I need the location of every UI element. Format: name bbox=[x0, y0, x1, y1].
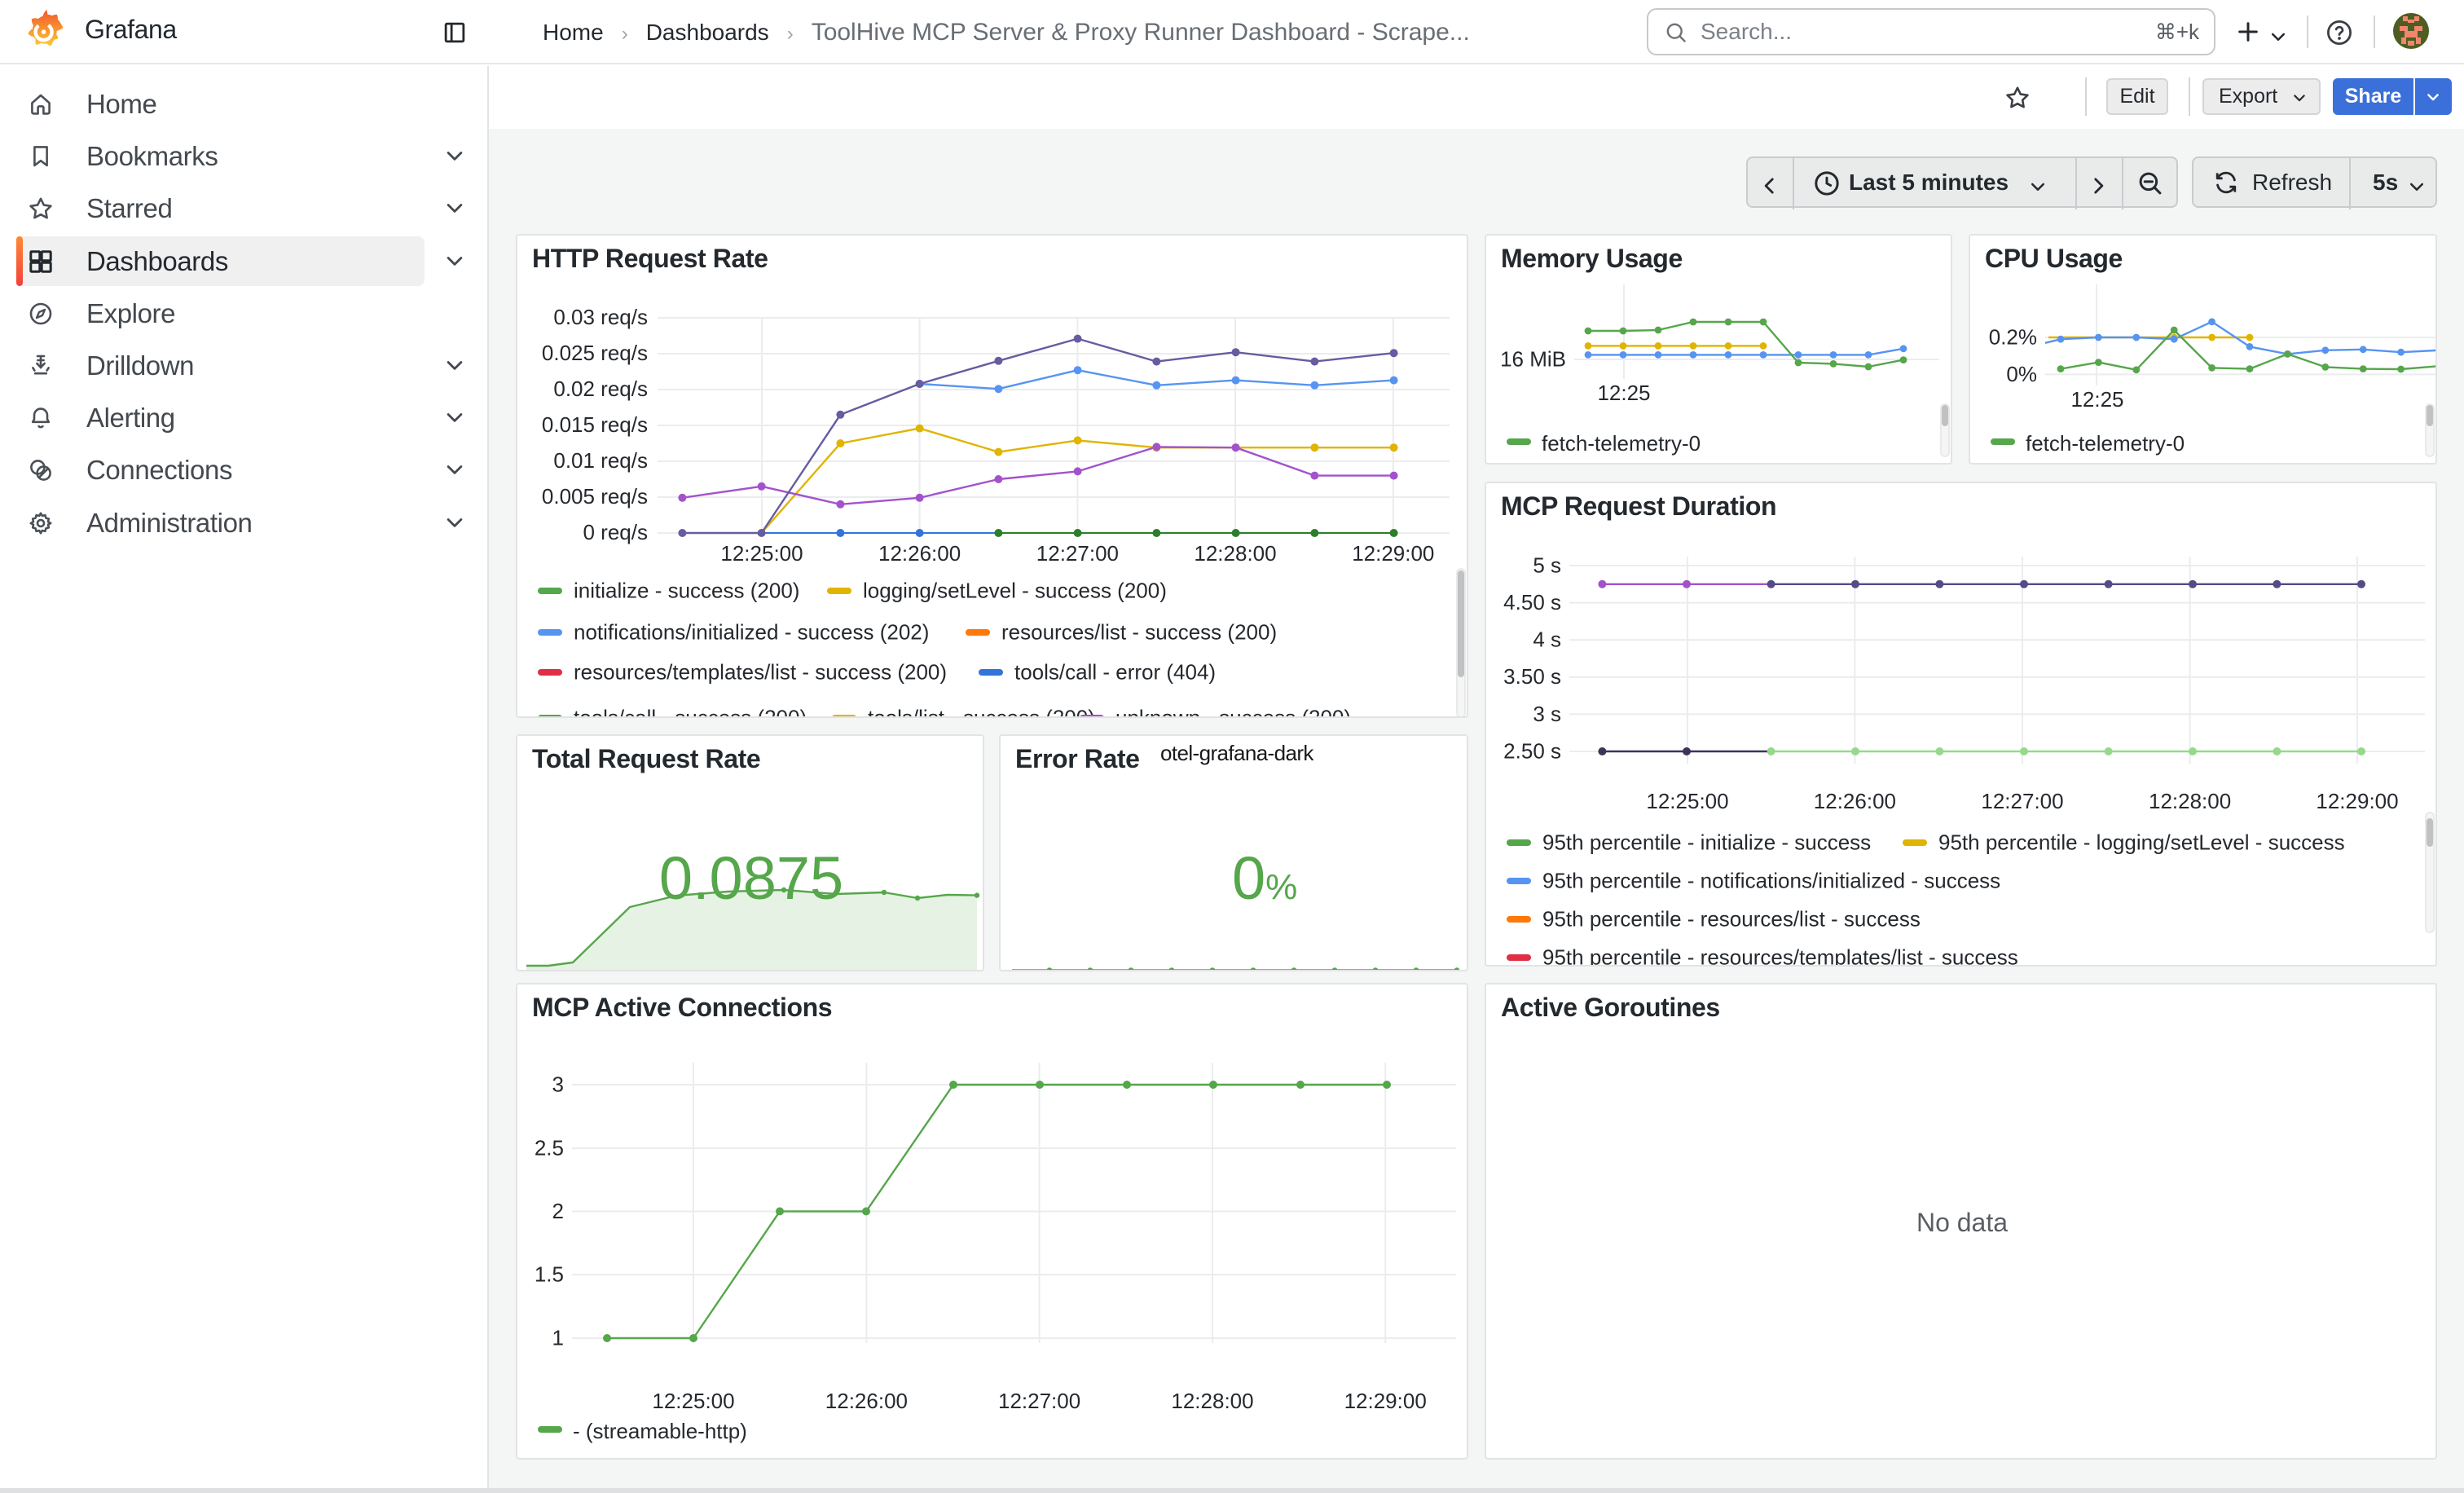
svg-text:12:26:00: 12:26:00 bbox=[1814, 789, 1896, 813]
svg-text:unknown - success (200): unknown - success (200) bbox=[1115, 705, 1351, 718]
svg-text:5 s: 5 s bbox=[1533, 553, 1561, 577]
svg-text:1.5: 1.5 bbox=[535, 1262, 564, 1286]
svg-text:12:29:00: 12:29:00 bbox=[2316, 789, 2398, 813]
svg-text:2.5: 2.5 bbox=[535, 1135, 564, 1160]
svg-text:2.50 s: 2.50 s bbox=[1503, 738, 1561, 763]
svg-text:95th percentile - initialize -: 95th percentile - initialize - success bbox=[1542, 830, 1871, 854]
svg-text:12:28:00: 12:28:00 bbox=[1171, 1389, 1253, 1413]
svg-text:tools/list - success (200): tools/list - success (200) bbox=[868, 705, 1095, 718]
svg-text:0%: 0% bbox=[2006, 362, 2037, 386]
svg-text:resources/list - success (200): resources/list - success (200) bbox=[1001, 619, 1277, 644]
svg-text:12:27:00: 12:27:00 bbox=[998, 1389, 1080, 1413]
svg-text:logging/setLevel - success (20: logging/setLevel - success (200) bbox=[863, 578, 1167, 602]
svg-text:12:25: 12:25 bbox=[2070, 387, 2123, 412]
svg-text:- (streamable-http): - (streamable-http) bbox=[573, 1419, 747, 1443]
svg-text:notifications/initialized - su: notifications/initialized - success (202… bbox=[574, 619, 929, 644]
svg-text:12:25:00: 12:25:00 bbox=[652, 1389, 734, 1413]
svg-text:12:29:00: 12:29:00 bbox=[1344, 1389, 1427, 1413]
svg-text:12:28:00: 12:28:00 bbox=[2149, 789, 2231, 813]
svg-text:0.2%: 0.2% bbox=[1989, 324, 2037, 349]
svg-text:95th percentile - logging/setL: 95th percentile - logging/setLevel - suc… bbox=[1938, 830, 2345, 854]
svg-text:fetch-telemetry-0: fetch-telemetry-0 bbox=[2026, 431, 2185, 456]
svg-text:12:27:00: 12:27:00 bbox=[1981, 789, 2063, 813]
svg-text:4 s: 4 s bbox=[1533, 628, 1561, 652]
svg-text:95th percentile - resources/li: 95th percentile - resources/list - succe… bbox=[1542, 906, 1921, 931]
svg-text:fetch-telemetry-0: fetch-telemetry-0 bbox=[1542, 431, 1701, 456]
svg-text:resources/templates/list - suc: resources/templates/list - success (200) bbox=[574, 659, 947, 684]
svg-text:3 s: 3 s bbox=[1533, 702, 1561, 726]
svg-text:3.50 s: 3.50 s bbox=[1503, 664, 1561, 689]
svg-text:95th percentile - resources/te: 95th percentile - resources/templates/li… bbox=[1542, 945, 2018, 967]
svg-text:12:26:00: 12:26:00 bbox=[825, 1389, 908, 1413]
svg-text:12:25:00: 12:25:00 bbox=[1646, 789, 1728, 813]
svg-text:initialize - success (200): initialize - success (200) bbox=[574, 578, 799, 602]
svg-text:1: 1 bbox=[552, 1325, 564, 1350]
svg-text:95th percentile - notification: 95th percentile - notifications/initiali… bbox=[1542, 868, 2000, 892]
svg-text:12:25: 12:25 bbox=[1597, 381, 1650, 405]
svg-text:4.50 s: 4.50 s bbox=[1503, 590, 1561, 614]
svg-text:3: 3 bbox=[552, 1072, 564, 1096]
svg-text:16 MiB: 16 MiB bbox=[1500, 346, 1566, 371]
svg-text:tools/call - error (404): tools/call - error (404) bbox=[1014, 659, 1216, 684]
svg-text:2: 2 bbox=[552, 1199, 564, 1223]
svg-text:tools/call - success (200): tools/call - success (200) bbox=[574, 705, 807, 718]
